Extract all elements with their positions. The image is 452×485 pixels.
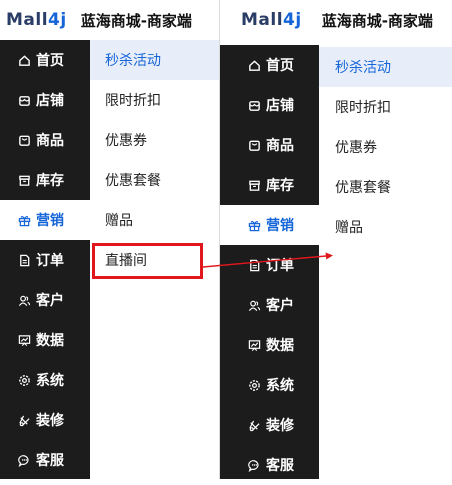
logo: Mall4j (6, 10, 67, 30)
sidebar-item-inventory[interactable]: 库存 (0, 160, 90, 200)
submenu-item-gift[interactable]: 赠品 (319, 207, 452, 247)
submenu-item-package[interactable]: 优惠套餐 (90, 160, 219, 200)
data-icon (18, 334, 31, 347)
sidebar-item-decorate[interactable]: 装修 (0, 400, 90, 440)
sidebar-item-label: 店铺 (266, 98, 294, 114)
sidebar-item-label: 客户 (266, 298, 294, 314)
sidebar-item-system[interactable]: 系统 (0, 360, 90, 400)
submenu-item-flash-sale[interactable]: 秒杀活动 (319, 47, 452, 87)
logo: Mall4j (241, 10, 302, 30)
sidebar-item-service[interactable]: 客服 (0, 440, 90, 480)
customer-icon (18, 294, 31, 307)
app-header: Mall4j 蓝海商城-商家端 (0, 0, 219, 40)
sidebar-item-label: 系统 (36, 373, 64, 389)
data-icon (248, 339, 261, 352)
order-icon (18, 254, 31, 267)
sidebar-item-label: 营销 (36, 213, 64, 229)
sidebar-item-label: 库存 (266, 178, 294, 194)
inventory-icon (18, 174, 31, 187)
sidebar-item-label: 订单 (36, 253, 64, 269)
sidebar-item-shop[interactable]: 店铺 (220, 85, 319, 125)
sidebar-item-label: 库存 (36, 173, 64, 189)
store-title: 蓝海商城-商家端 (321, 11, 433, 30)
sidebar-item-order[interactable]: 订单 (0, 240, 90, 280)
home-icon (18, 54, 31, 67)
sidebar-item-product[interactable]: 商品 (0, 120, 90, 160)
sidebar-item-customer[interactable]: 客户 (220, 285, 319, 325)
submenu-item-time-discount[interactable]: 限时折扣 (90, 80, 219, 120)
sidebar-item-label: 客服 (36, 453, 64, 469)
sidebar-item-label: 营销 (266, 218, 294, 234)
sidebar-item-label: 数据 (36, 333, 64, 349)
shop-icon (18, 94, 31, 107)
sidebar-item-label: 首页 (266, 58, 294, 74)
panel-before: Mall4j 蓝海商城-商家端 首页 店铺 商品 库存 营销 订单 客户 数据 … (0, 0, 219, 479)
sidebar-item-shop[interactable]: 店铺 (0, 80, 90, 120)
submenu-item-gift[interactable]: 赠品 (90, 200, 219, 240)
sidebar-item-label: 商品 (36, 133, 64, 149)
submenu-after: 秒杀活动 限时折扣 优惠券 优惠套餐 赠品 (319, 47, 452, 247)
sidebar-item-data[interactable]: 数据 (0, 320, 90, 360)
sidebar-item-label: 装修 (36, 413, 64, 429)
order-icon (248, 259, 261, 272)
main-sidebar: 首页 店铺 商品 库存 营销 订单 客户 数据 系统 装修 客服 (0, 40, 90, 479)
service-icon (248, 459, 261, 472)
sidebar-item-customer[interactable]: 客户 (0, 280, 90, 320)
sidebar-item-system[interactable]: 系统 (220, 365, 319, 405)
sidebar-item-marketing[interactable]: 营销 (220, 205, 319, 245)
sidebar-item-order[interactable]: 订单 (220, 245, 319, 285)
submenu-item-flash-sale[interactable]: 秒杀活动 (90, 40, 219, 80)
sidebar-item-label: 店铺 (36, 93, 64, 109)
decorate-icon (248, 419, 261, 432)
app-header: Mall4j 蓝海商城-商家端 (220, 0, 452, 40)
submenu-item-package[interactable]: 优惠套餐 (319, 167, 452, 207)
sidebar-item-product[interactable]: 商品 (220, 125, 319, 165)
sidebar-item-label: 数据 (266, 338, 294, 354)
submenu-item-time-discount[interactable]: 限时折扣 (319, 87, 452, 127)
sidebar-item-decorate[interactable]: 装修 (220, 405, 319, 445)
submenu-item-coupon[interactable]: 优惠券 (319, 127, 452, 167)
sidebar-item-service[interactable]: 客服 (220, 445, 319, 485)
sidebar-item-inventory[interactable]: 库存 (220, 165, 319, 205)
sidebar-item-home[interactable]: 首页 (220, 45, 319, 85)
sidebar-item-label: 客户 (36, 293, 64, 309)
sidebar-item-marketing[interactable]: 营销 (0, 200, 90, 240)
home-icon (248, 59, 261, 72)
main-sidebar: 首页 店铺 商品 库存 营销 订单 客户 数据 系统 装修 客服 (220, 45, 319, 479)
decorate-icon (18, 414, 31, 427)
sidebar-item-label: 首页 (36, 53, 64, 69)
product-icon (18, 134, 31, 147)
customer-icon (248, 299, 261, 312)
sidebar-item-label: 客服 (266, 458, 294, 474)
sidebar-item-data[interactable]: 数据 (220, 325, 319, 365)
gift-icon (18, 214, 31, 227)
sidebar-item-label: 订单 (266, 258, 294, 274)
gift-icon (248, 219, 261, 232)
settings-icon (248, 379, 261, 392)
panel-after: Mall4j 蓝海商城-商家端 首页 店铺 商品 库存 营销 订单 客户 数据 … (219, 0, 452, 479)
sidebar-item-label: 商品 (266, 138, 294, 154)
inventory-icon (248, 179, 261, 192)
service-icon (18, 454, 31, 467)
sidebar-item-home[interactable]: 首页 (0, 40, 90, 80)
store-title: 蓝海商城-商家端 (80, 11, 192, 30)
shop-icon (248, 99, 261, 112)
sidebar-item-label: 装修 (266, 418, 294, 434)
settings-icon (18, 374, 31, 387)
sidebar-item-label: 系统 (266, 378, 294, 394)
submenu-item-coupon[interactable]: 优惠券 (90, 120, 219, 160)
product-icon (248, 139, 261, 152)
highlight-box (92, 243, 203, 279)
